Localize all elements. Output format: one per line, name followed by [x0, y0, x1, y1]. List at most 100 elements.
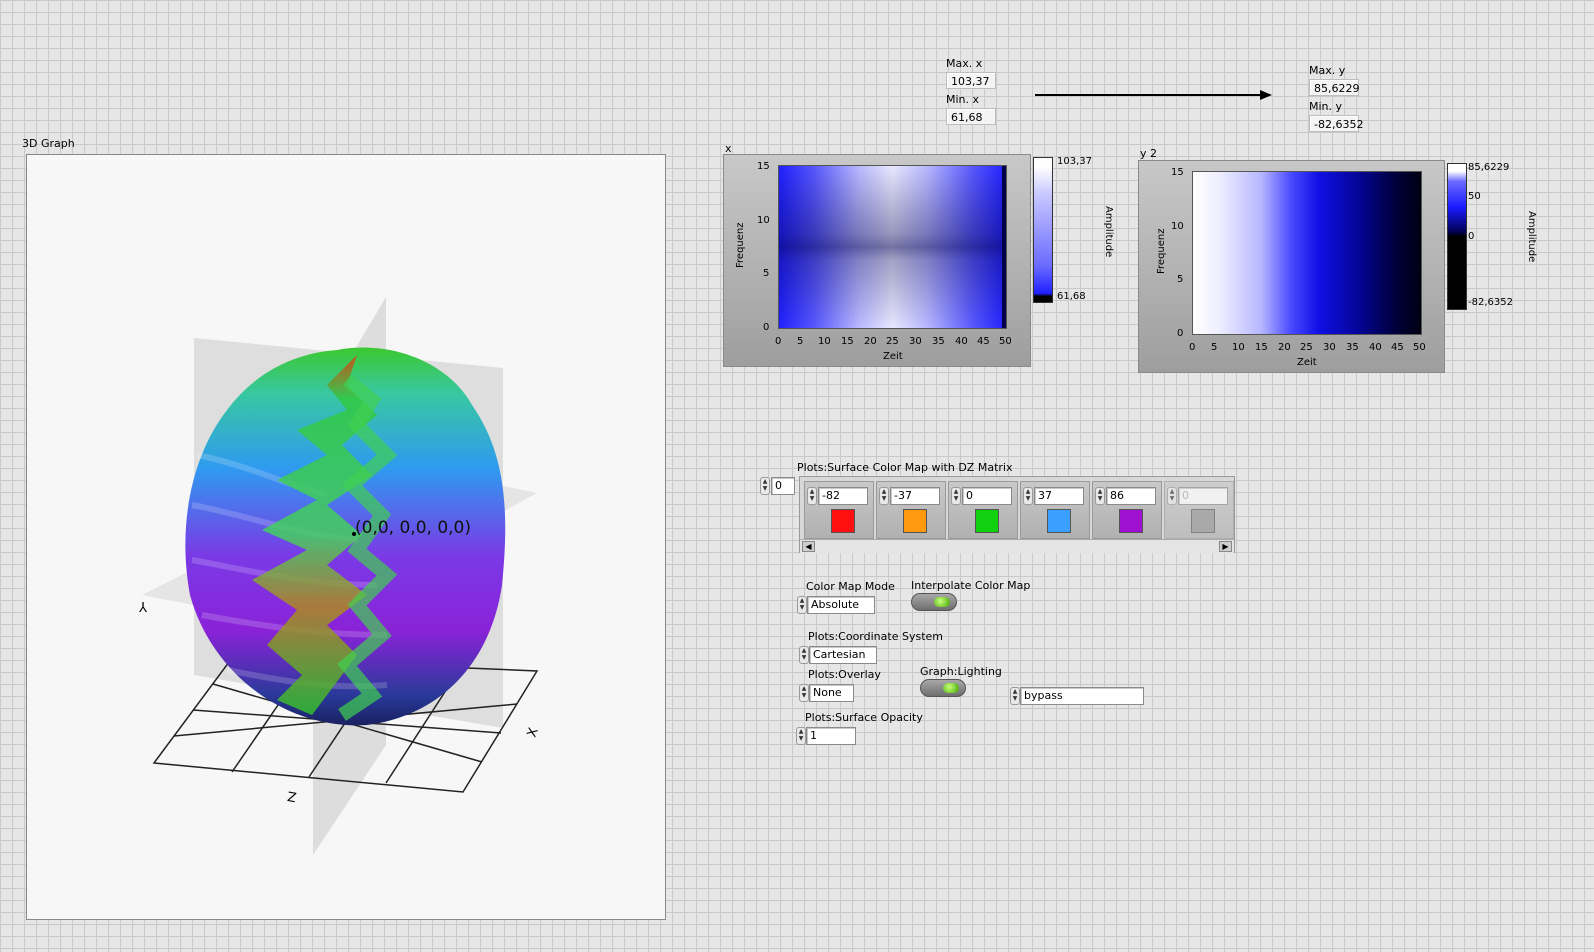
intensity-x-xtick: 0: [775, 336, 782, 347]
intensity-y-xtick: 50: [1413, 342, 1426, 353]
bypass-ring[interactable]: bypass: [1020, 687, 1144, 705]
color-map-entry[interactable]: ▲ ▼ -37: [876, 481, 946, 539]
entry-stepper[interactable]: ▲ ▼: [1095, 487, 1105, 505]
intensity-x-scale-max: 103,37: [1057, 156, 1092, 167]
intensity-x-xtick: 30: [909, 336, 922, 347]
intensity-x-plot[interactable]: [778, 165, 1007, 329]
graph3d-panel[interactable]: (0,0, 0,0, 0,0) Y X Z: [26, 154, 666, 920]
interpolate-label: Interpolate Color Map: [911, 579, 1031, 592]
intensity-y-xtick: 45: [1391, 342, 1404, 353]
intensity-y-xticks: 0 5 10 15 20 25 30 35 40 45 50: [1189, 342, 1426, 356]
intensity-y-xtick: 0: [1189, 342, 1196, 353]
color-map-index-input[interactable]: 0: [771, 477, 795, 495]
intensity-y-scale-tick: 0: [1468, 231, 1475, 242]
entry-color-swatch[interactable]: [903, 509, 927, 533]
entry-value-input[interactable]: 37: [1034, 487, 1084, 505]
entry-value-input[interactable]: 86: [1106, 487, 1156, 505]
intensity-x-xtick: 25: [886, 336, 899, 347]
entry-value-input[interactable]: 0: [962, 487, 1012, 505]
scroll-right-arrow[interactable]: ▶: [1219, 541, 1232, 552]
entry-color-swatch[interactable]: [1119, 509, 1143, 533]
overlay-stepper[interactable]: ▲ ▼: [799, 684, 809, 702]
intensity-x-xtick: 50: [999, 336, 1012, 347]
min-x-indicator: 61,68: [946, 108, 996, 125]
entry-stepper[interactable]: ▲ ▼: [951, 487, 961, 505]
intensity-y-ytick: 5: [1177, 274, 1184, 285]
intensity-y-xlabel: Zeit: [1297, 357, 1317, 368]
entry-value-input[interactable]: -82: [818, 487, 868, 505]
intensity-x-ytick: 5: [763, 268, 770, 279]
opacity-stepper[interactable]: ▲ ▼: [796, 727, 806, 745]
entry-value-input: 0: [1178, 487, 1228, 505]
color-map-mode-stepper[interactable]: ▲ ▼: [797, 596, 807, 614]
intensity-y-title: y 2: [1140, 147, 1158, 160]
entry-stepper: ▲ ▼: [1167, 487, 1177, 505]
min-y-label: Min. y: [1309, 100, 1343, 113]
entry-color-swatch[interactable]: [831, 509, 855, 533]
bypass-stepper[interactable]: ▲ ▼: [1010, 687, 1020, 705]
intensity-x-xtick: 45: [977, 336, 990, 347]
opacity-label: Plots:Surface Opacity: [805, 711, 923, 724]
intensity-x-ytick: 15: [757, 161, 770, 172]
intensity-x-xticks: 0 5 10 15 20 25 30 35 40 45 50: [775, 336, 1012, 350]
entry-stepper[interactable]: ▲ ▼: [879, 487, 889, 505]
coord-system-label: Plots:Coordinate System: [808, 630, 943, 643]
intensity-y-xtick: 35: [1346, 342, 1359, 353]
max-y-indicator: 85,6229: [1309, 79, 1360, 96]
intensity-x-xtick: 20: [864, 336, 877, 347]
color-map-scrollbar[interactable]: ◀ ▶: [800, 539, 1234, 553]
min-y-indicator: -82,6352: [1309, 115, 1363, 132]
graph3d-title: 3D Graph: [22, 137, 75, 150]
color-map-entry[interactable]: ▲ ▼ -82: [804, 481, 874, 539]
intensity-y-ylabel: Frequenz: [1156, 228, 1167, 275]
intensity-x-xtick: 10: [818, 336, 831, 347]
intensity-y-xtick: 10: [1232, 342, 1245, 353]
color-map-entry[interactable]: ▲ ▼ 86: [1092, 481, 1162, 539]
intensity-y-plot[interactable]: [1192, 171, 1422, 335]
interpolate-toggle[interactable]: [911, 593, 957, 611]
min-x-label: Min. x: [946, 93, 980, 106]
entry-value-input[interactable]: -37: [890, 487, 940, 505]
intensity-y-scale-label: Amplitude: [1526, 211, 1537, 263]
color-map-index-stepper[interactable]: ▲ ▼: [760, 477, 770, 495]
graph3d-canvas[interactable]: (0,0, 0,0, 0,0) Y X Z: [27, 155, 665, 919]
entry-stepper[interactable]: ▲ ▼: [807, 487, 817, 505]
wire-arrow: [1035, 90, 1272, 100]
intensity-x-scale-min: 61,68: [1057, 291, 1086, 302]
color-map-array[interactable]: ▲ ▼ -82 ▲ ▼ -37 ▲ ▼ 0 ▲ ▼ 37 ▲ ▼ 86 ▲ ▼ 0 ◀ ▶: [799, 476, 1235, 553]
intensity-y-xtick: 5: [1211, 342, 1218, 353]
intensity-x-colorscale[interactable]: [1033, 157, 1053, 303]
color-map-entry[interactable]: ▲ ▼ 37: [1020, 481, 1090, 539]
entry-color-swatch: [1191, 509, 1215, 533]
intensity-y-xtick: 30: [1323, 342, 1336, 353]
color-map-mode-label: Color Map Mode: [806, 580, 895, 593]
intensity-x-xtick: 35: [932, 336, 945, 347]
intensity-y-xtick: 25: [1300, 342, 1313, 353]
led-indicator: [934, 597, 950, 607]
intensity-y-colorscale[interactable]: [1447, 163, 1467, 310]
coord-system-stepper[interactable]: ▲ ▼: [799, 646, 809, 664]
intensity-x-xlabel: Zeit: [883, 351, 903, 362]
entry-stepper[interactable]: ▲ ▼: [1023, 487, 1033, 505]
intensity-x-ylabel: Frequenz: [735, 222, 746, 269]
max-x-label: Max. x: [946, 57, 983, 70]
overlay-ring[interactable]: None: [809, 684, 854, 702]
intensity-y-xtick: 15: [1255, 342, 1268, 353]
color-map-title: Plots:Surface Color Map with DZ Matrix: [797, 461, 1013, 474]
intensity-x-xtick: 5: [797, 336, 804, 347]
color-map-mode-ring[interactable]: Absolute: [807, 596, 875, 614]
entry-color-swatch[interactable]: [1047, 509, 1071, 533]
color-map-entry[interactable]: ▲ ▼ 0: [948, 481, 1018, 539]
intensity-x-xtick: 40: [955, 336, 968, 347]
coord-system-ring[interactable]: Cartesian: [809, 646, 877, 664]
axis-label-x: X: [525, 726, 542, 740]
intensity-y-ytick: 10: [1171, 221, 1184, 232]
opacity-input[interactable]: 1: [806, 727, 856, 745]
intensity-x-ytick: 10: [757, 215, 770, 226]
entry-color-swatch[interactable]: [975, 509, 999, 533]
lighting-toggle[interactable]: [920, 679, 966, 697]
intensity-x-xtick: 15: [841, 336, 854, 347]
intensity-y-xtick: 40: [1369, 342, 1382, 353]
axis-label-y: Y: [139, 598, 148, 613]
scroll-left-arrow[interactable]: ◀: [802, 541, 815, 552]
